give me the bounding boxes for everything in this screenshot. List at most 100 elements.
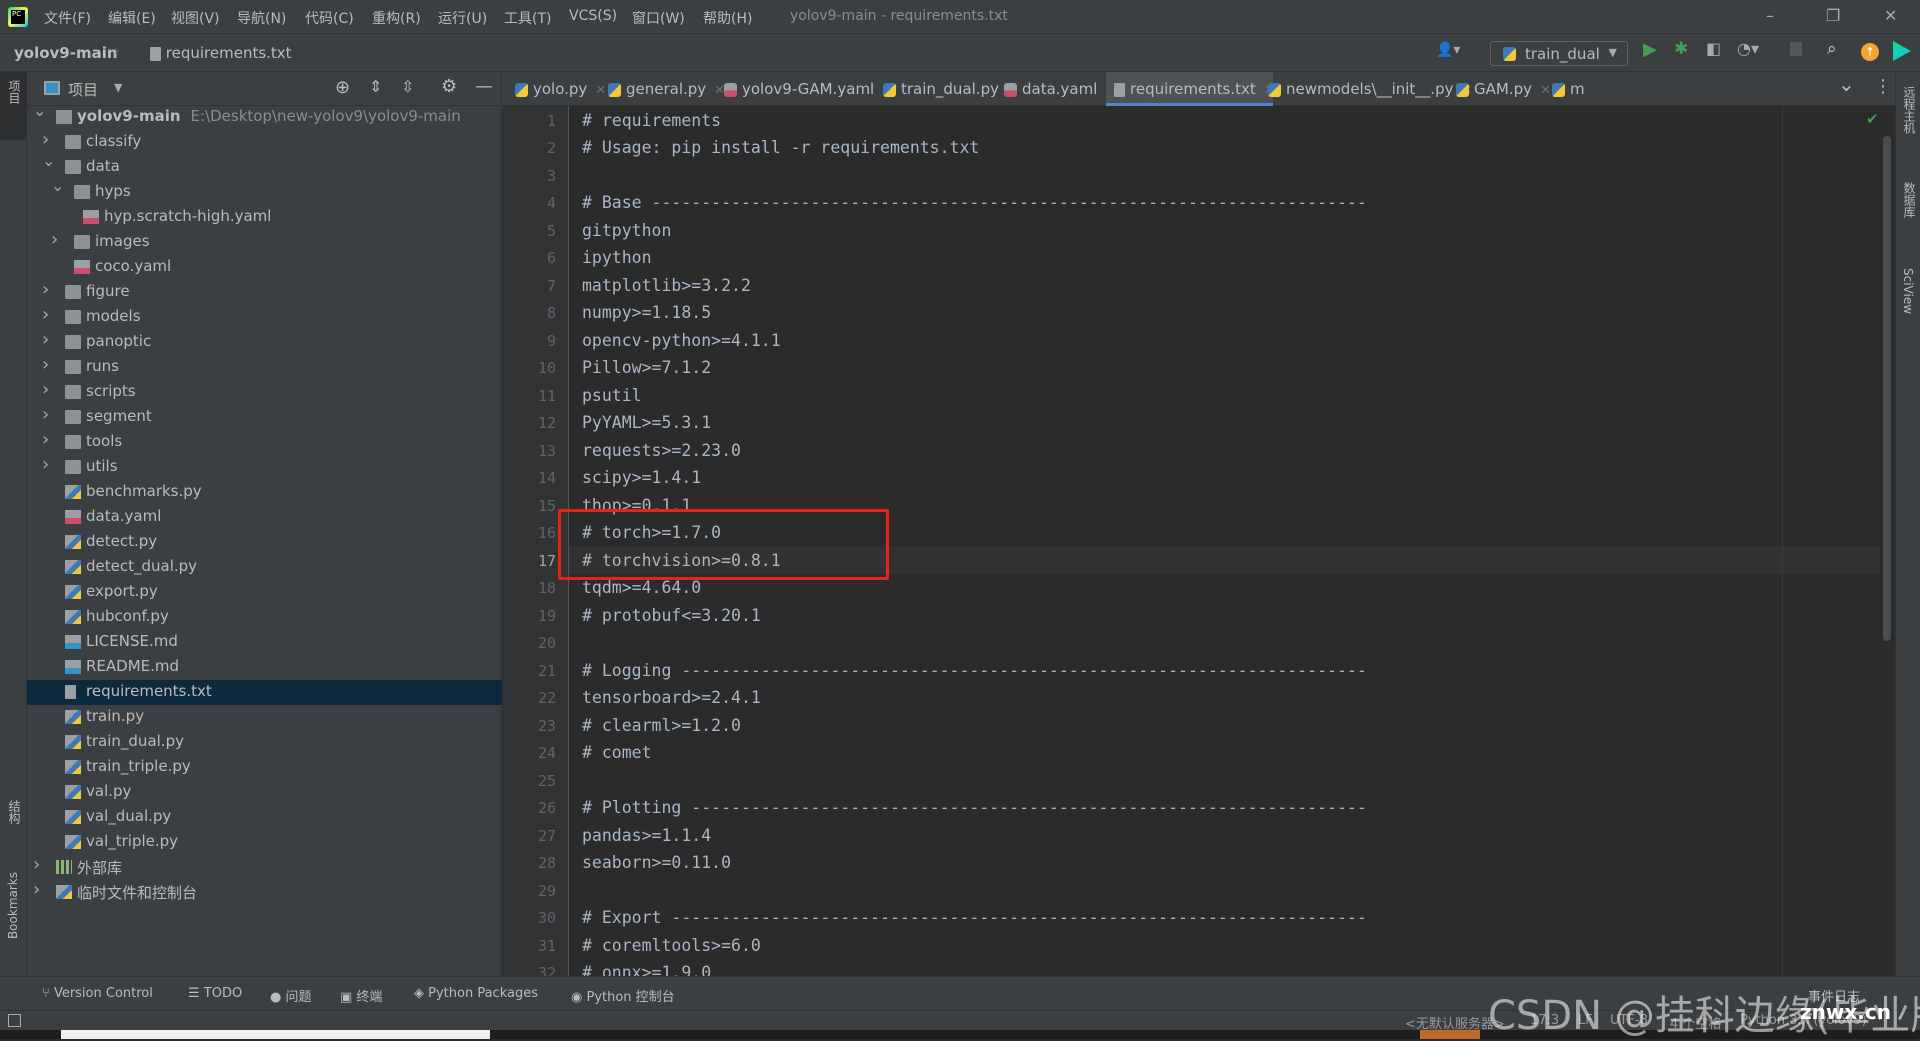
tree-item[interactable]: › figure xyxy=(27,279,502,305)
tab-yolov9-gam-yaml[interactable]: yolov9-GAM.yaml✕ xyxy=(716,72,893,106)
chevron-right-icon[interactable]: › xyxy=(42,379,49,400)
tree-item[interactable]: › panoptic xyxy=(27,329,502,355)
problems-tool[interactable]: ● 问题 xyxy=(270,986,312,1005)
todo-tool[interactable]: ☰ TODO xyxy=(188,986,242,1001)
locate-icon[interactable]: ⊕ xyxy=(335,77,350,98)
menu-vcs[interactable]: VCS(S) xyxy=(569,8,617,24)
tree-item[interactable]: › tools xyxy=(27,429,502,455)
expand-all-icon[interactable]: ⇕ xyxy=(369,77,382,96)
menu-edit[interactable]: 编辑(E) xyxy=(108,8,156,28)
chevron-right-icon[interactable]: › xyxy=(33,854,40,875)
user-icon[interactable]: 👤▾ xyxy=(1436,42,1460,58)
tree-item[interactable]: train.py xyxy=(27,705,502,730)
tree-item[interactable]: data.yaml xyxy=(27,505,502,530)
tree-item[interactable]: › 临时文件和控制台 xyxy=(27,879,502,905)
tree-item[interactable]: › utils xyxy=(27,454,502,480)
gear-icon[interactable]: ⚙ xyxy=(441,76,457,97)
chevron-right-icon[interactable]: › xyxy=(42,129,49,150)
tree-item[interactable]: hubconf.py xyxy=(27,605,502,630)
menu-window[interactable]: 窗口(W) xyxy=(632,8,685,28)
tree-item[interactable]: › classify xyxy=(27,129,502,155)
terminal-tool[interactable]: ▣ 终端 xyxy=(340,986,382,1005)
menu-code[interactable]: 代码(C) xyxy=(305,8,354,28)
version-control-tool[interactable]: ⑂ Version Control xyxy=(42,986,153,1001)
tree-item[interactable]: detect.py xyxy=(27,530,502,555)
tree-item[interactable]: LICENSE.md xyxy=(27,630,502,655)
menu-help[interactable]: 帮助(H) xyxy=(703,8,752,28)
tree-item[interactable]: train_dual.py xyxy=(27,730,502,755)
tab-data-yaml[interactable]: data.yaml✕ xyxy=(996,72,1118,106)
chevron-right-icon[interactable]: › xyxy=(51,229,58,250)
menu-run[interactable]: 运行(U) xyxy=(438,8,487,28)
tree-item[interactable]: val_triple.py xyxy=(27,830,502,855)
tab-yolo-py[interactable]: yolo.py ✕ xyxy=(507,72,613,106)
tree-item[interactable]: › scripts xyxy=(27,379,502,405)
python-console-tool[interactable]: ◉ Python 控制台 xyxy=(571,986,675,1005)
run-config-select[interactable]: train_dual ▼ xyxy=(1490,41,1628,66)
menu-navigate[interactable]: 导航(N) xyxy=(237,8,286,28)
tree-item[interactable]: › images xyxy=(27,229,502,255)
menu-refactor[interactable]: 重构(R) xyxy=(372,8,421,28)
tree-item[interactable]: hyp.scratch-high.yaml xyxy=(27,205,502,230)
stop-icon[interactable] xyxy=(1790,42,1802,56)
tree-item[interactable]: detect_dual.py xyxy=(27,555,502,580)
chevron-right-icon[interactable]: › xyxy=(42,354,49,375)
sciview-tool-button[interactable]: SciView xyxy=(1901,268,1915,314)
chevron-right-icon[interactable]: › xyxy=(42,454,49,475)
tab-list-chevron-icon[interactable]: ⌄ xyxy=(1838,72,1855,96)
tree-item[interactable]: › runs xyxy=(27,354,502,380)
tool-windows-icon[interactable] xyxy=(8,1014,21,1027)
debug-icon[interactable]: ✱ xyxy=(1674,39,1688,59)
tree-item[interactable]: ⌄ data xyxy=(27,151,502,180)
update-icon[interactable]: ↑ xyxy=(1861,43,1879,61)
chevron-down-icon[interactable]: ⌄ xyxy=(33,101,46,120)
chevron-down-icon[interactable]: ▼ xyxy=(114,81,122,94)
tree-item[interactable]: ⌄ hyps xyxy=(27,176,502,205)
tree-item[interactable]: › 外部库 xyxy=(27,854,502,880)
minimize-icon[interactable]: – xyxy=(1766,6,1774,25)
tab-requirements-txt[interactable]: requirements.txt✕ xyxy=(1106,72,1275,106)
chevron-down-icon[interactable]: ⌄ xyxy=(51,176,64,195)
bookmarks-tool-button[interactable]: Bookmarks xyxy=(6,872,20,939)
collapse-all-icon[interactable]: ⇳ xyxy=(401,77,414,96)
chevron-right-icon[interactable]: › xyxy=(42,329,49,350)
tree-item[interactable]: ⌄ yolov9-main E:\Desktop\new-yolov9\yolov9… xyxy=(27,101,502,130)
inspection-ok-icon[interactable]: ✔ xyxy=(1866,110,1879,128)
run-icon[interactable]: ▶ xyxy=(1643,39,1657,60)
menu-file[interactable]: 文件(F) xyxy=(44,8,91,28)
hide-icon[interactable]: — xyxy=(475,76,493,97)
project-view-select[interactable]: 项目 xyxy=(68,79,98,100)
chevron-right-icon[interactable]: › xyxy=(33,879,40,900)
python-packages-tool[interactable]: ◈ Python Packages xyxy=(414,986,538,1001)
close-window-icon[interactable]: ✕ xyxy=(1884,6,1897,25)
search-icon[interactable]: ⌕ xyxy=(1827,39,1837,59)
coverage-icon[interactable]: ◧ xyxy=(1706,39,1721,58)
tree-item[interactable]: requirements.txt xyxy=(27,680,502,705)
tree-item[interactable]: val_dual.py xyxy=(27,805,502,830)
remote-host-tool-button[interactable]: 远程主机 xyxy=(1901,86,1918,134)
more-options-icon[interactable]: ⋮ xyxy=(1874,76,1892,97)
chevron-right-icon[interactable]: › xyxy=(42,304,49,325)
project-tool-button[interactable]: 项目 xyxy=(0,72,27,140)
tree-item[interactable]: benchmarks.py xyxy=(27,480,502,505)
tab-newmodels-init-py[interactable]: newmodels\__init__.py✕ xyxy=(1260,72,1472,106)
chevron-right-icon[interactable]: › xyxy=(42,279,49,300)
tab-gam-py[interactable]: GAM.py ✕ xyxy=(1448,72,1556,106)
breadcrumb-project[interactable]: yolov9-main xyxy=(14,44,118,62)
chevron-down-icon[interactable]: ⌄ xyxy=(42,151,55,170)
chevron-right-icon[interactable]: › xyxy=(42,404,49,425)
breadcrumb-file[interactable]: requirements.txt xyxy=(150,44,292,62)
tree-item[interactable]: README.md xyxy=(27,655,502,680)
tab-general-py[interactable]: general.py ✕ xyxy=(600,72,728,106)
structure-tool-button[interactable]: 结构 xyxy=(6,800,23,824)
vertical-scrollbar[interactable] xyxy=(1880,106,1895,976)
profile-icon[interactable]: ◔▾ xyxy=(1737,39,1759,58)
menu-view[interactable]: 视图(V) xyxy=(171,8,220,28)
tab-train-dual-py[interactable]: train_dual.py✕ xyxy=(875,72,1018,106)
tree-item[interactable]: › models xyxy=(27,304,502,330)
code-with-me-icon[interactable] xyxy=(1893,41,1911,61)
tree-item[interactable]: val.py xyxy=(27,780,502,805)
tree-item[interactable]: train_triple.py xyxy=(27,755,502,780)
tab-m[interactable]: m xyxy=(1544,72,1600,106)
tree-item[interactable]: › segment xyxy=(27,404,502,430)
